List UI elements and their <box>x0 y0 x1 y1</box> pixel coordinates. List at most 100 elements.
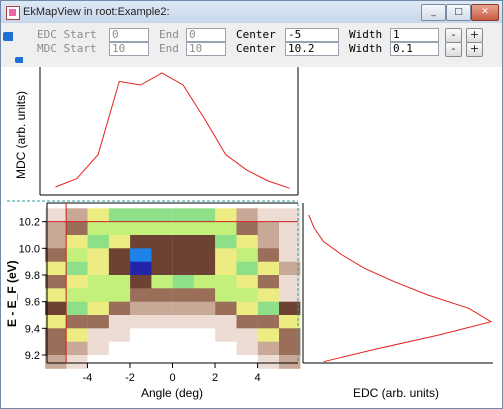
heatmap-cell <box>193 288 216 303</box>
heatmap-cell <box>66 301 88 316</box>
heatmap-cell <box>87 355 109 369</box>
mdc-center-field[interactable]: 10.2 <box>285 42 339 56</box>
heatmap-cell <box>257 355 280 369</box>
minimize-button[interactable]: _ <box>421 4 446 21</box>
heatmap-cell <box>215 248 237 263</box>
heatmap-cell <box>87 208 109 223</box>
heatmap-cell <box>172 341 195 356</box>
heatmap-cell <box>257 301 280 316</box>
heatmap-cell <box>236 248 258 263</box>
heatmap-cell <box>279 341 301 356</box>
mdc-width-field[interactable]: 0.1 <box>390 42 439 56</box>
mdc-start-field[interactable]: 10 <box>109 42 149 56</box>
edc-center-label: Center <box>236 28 276 41</box>
heatmap-y-axis-label: E - E_F (eV) <box>5 260 19 327</box>
edc-x-axis-label: EDC (arb. units) <box>353 386 439 400</box>
heatmap-cell <box>108 328 131 343</box>
heatmap-cell <box>130 288 152 303</box>
heatmap-cell <box>279 301 301 316</box>
x-tick-label: 4 <box>255 372 261 384</box>
heatmap-cell <box>108 221 131 236</box>
heatmap-cell <box>87 288 109 303</box>
heatmap-cell <box>172 248 195 263</box>
heatmap-cell <box>130 341 152 356</box>
heatmap-cell <box>215 235 237 249</box>
heatmap-cell <box>172 208 195 223</box>
edc-tab-icon[interactable] <box>3 32 13 41</box>
heatmap-cell <box>151 248 173 263</box>
heatmap-cell <box>172 275 195 289</box>
maximize-button[interactable]: □ <box>446 4 471 21</box>
heatmap-cell <box>215 288 237 303</box>
y-tick-label: 10.2 <box>19 217 40 229</box>
heatmap-cell <box>236 208 258 223</box>
panel-toggle-icon[interactable] <box>15 57 23 63</box>
x-tick-label: -2 <box>125 372 135 384</box>
heatmap-cell <box>236 275 258 289</box>
heatmap-cell <box>151 315 173 329</box>
close-button[interactable]: ✕ <box>471 4 499 21</box>
heatmap-cell <box>45 261 67 276</box>
heatmap-cell <box>236 328 258 343</box>
heatmap-cell <box>193 235 216 249</box>
x-tick-label: 0 <box>169 372 175 384</box>
heatmap-cell <box>151 208 173 223</box>
heatmap-cell <box>193 341 216 356</box>
heatmap-cell <box>236 341 258 356</box>
heatmap-cell <box>130 261 152 276</box>
heatmap-cell <box>130 221 152 236</box>
edc-width-field[interactable]: 1 <box>390 28 439 42</box>
heatmap-cell <box>87 328 109 343</box>
heatmap-cell <box>172 355 195 369</box>
x-tick-label: -4 <box>83 372 93 384</box>
heatmap-cell <box>172 315 195 329</box>
heatmap-cell <box>257 235 280 249</box>
edc-width-label: Width <box>349 28 383 41</box>
heatmap-cell <box>66 315 88 329</box>
heatmap-cell <box>279 261 301 276</box>
heatmap-cell <box>45 355 67 369</box>
plot-area[interactable]: MDC (arb. units) -4 -2 0 2 4 9.2 9.4 9.6 9.8 10.0… <box>1 67 502 407</box>
edc-increment-button[interactable]: + <box>466 28 483 43</box>
edc-panel: EDC (arb. units) <box>302 203 493 400</box>
heatmap-cell <box>193 301 216 316</box>
heatmap-cell <box>66 341 88 356</box>
edc-center-field[interactable]: -5 <box>285 28 339 42</box>
heatmap-cell <box>236 301 258 316</box>
mdc-panel: MDC (arb. units) <box>14 67 299 196</box>
heatmap-cell <box>45 208 67 223</box>
heatmap-cell <box>193 315 216 329</box>
edc-start-field[interactable]: 0 <box>109 28 149 42</box>
mdc-decrement-button[interactable]: - <box>445 42 462 57</box>
mdc-end-field[interactable]: 10 <box>186 42 226 56</box>
heatmap-cell <box>236 261 258 276</box>
mdc-increment-button[interactable]: + <box>466 42 483 57</box>
heatmap-cell <box>215 315 237 329</box>
heatmap-cell <box>215 341 237 356</box>
heatmap-cell <box>108 248 131 263</box>
heatmap-cell <box>66 355 88 369</box>
heatmap-cell <box>193 261 216 276</box>
heatmap-cell <box>172 221 195 236</box>
edc-start-label: EDC Start <box>37 28 97 41</box>
heatmap-cell <box>87 261 109 276</box>
title-bar[interactable]: EkMapView in root:Example2: _ □ ✕ <box>1 1 502 23</box>
heatmap-cell <box>172 235 195 249</box>
heatmap-cell <box>215 301 237 316</box>
heatmap-cell <box>108 235 131 249</box>
heatmap-cell <box>172 328 195 343</box>
heatmap-cell <box>279 208 301 223</box>
edc-end-field[interactable]: 0 <box>186 28 226 42</box>
heatmap-cell <box>279 275 301 289</box>
heatmap-cell <box>193 248 216 263</box>
heatmap-cell <box>87 341 109 356</box>
edc-decrement-button[interactable]: - <box>445 28 462 43</box>
heatmap-cell <box>215 275 237 289</box>
heatmap-cell <box>108 275 131 289</box>
heatmap-cell <box>151 355 173 369</box>
heatmap-cell <box>215 355 237 369</box>
heatmap-cell <box>257 261 280 276</box>
mdc-curve <box>55 72 290 189</box>
heatmap-cell <box>279 288 301 303</box>
heatmap-cell <box>66 328 88 343</box>
